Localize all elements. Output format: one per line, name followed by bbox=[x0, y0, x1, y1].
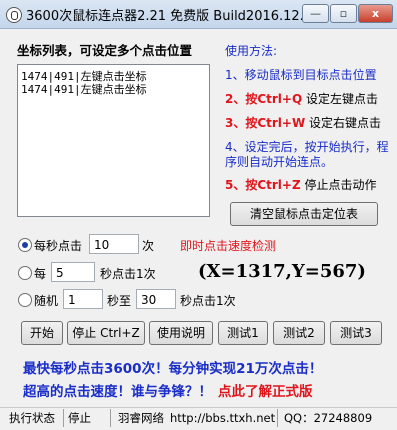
random-unit: 秒点击1次 bbox=[180, 294, 236, 308]
help-step-1: 1、移动鼠标到目标点击位置 bbox=[225, 68, 377, 82]
mouse-coordinates: (X=1317,Y=567) bbox=[198, 261, 366, 282]
coordinate-list-label: 坐标列表，可设定多个点击位置 bbox=[17, 43, 193, 58]
help-step-4-line2: 序则自动开始连点。 bbox=[225, 155, 334, 169]
every-unit: 秒点击1次 bbox=[100, 267, 156, 281]
help-step-2-text: 设定左键点击 bbox=[306, 92, 379, 106]
coordinate-list[interactable]: 1474|491|左键点击坐标 1474|491|左键点击坐标 bbox=[17, 64, 210, 217]
help-step-5: 5、按Ctrl+Z 停止点击动作 bbox=[225, 176, 377, 193]
help-title: 使用方法: bbox=[225, 44, 278, 58]
status-separator bbox=[63, 409, 64, 427]
list-item-action: 左键点击坐标 bbox=[80, 83, 147, 96]
random-label: 随机 bbox=[34, 294, 59, 308]
promo-line-1: 最快每秒点击3600次！每分钟实现21万次点击！ bbox=[23, 361, 323, 377]
app-mouse-icon bbox=[6, 7, 22, 23]
per-second-input[interactable]: 10 bbox=[89, 234, 139, 254]
help-button[interactable]: 使用说明 bbox=[149, 321, 213, 345]
speed-check-link[interactable]: 即时点击速度检测 bbox=[180, 237, 276, 254]
every-seconds-input[interactable]: 5 bbox=[51, 262, 95, 282]
stop-button[interactable]: 停止 Ctrl+Z bbox=[67, 321, 145, 345]
status-url-link[interactable]: http://bbs.ttxh.net bbox=[170, 410, 275, 426]
test1-button[interactable]: 测试1 bbox=[218, 321, 268, 345]
every-label: 每 bbox=[34, 267, 47, 281]
status-separator bbox=[110, 409, 111, 427]
help-step-2: 2、按Ctrl+Q 设定左键点击 bbox=[225, 90, 378, 107]
status-state: 停止 bbox=[68, 411, 91, 425]
status-company: 羽睿网络 bbox=[118, 411, 164, 425]
help-step-3-key: 3、按Ctrl+W bbox=[225, 116, 306, 130]
list-item-y: 491 bbox=[54, 83, 74, 96]
help-step-2-key: 2、按Ctrl+Q bbox=[225, 92, 303, 106]
pro-version-link[interactable]: 点此了解正式版 bbox=[218, 384, 313, 400]
random-max-input[interactable]: 30 bbox=[136, 289, 176, 309]
per-second-label: 每秒点击 bbox=[34, 239, 83, 253]
maximize-button[interactable]: ▫ bbox=[330, 4, 357, 23]
radio-every-n-seconds[interactable] bbox=[18, 266, 32, 280]
status-label: 执行状态 bbox=[9, 411, 55, 425]
help-step-5-key: 5、按Ctrl+Z bbox=[225, 178, 301, 192]
help-step-5-text: 停止点击动作 bbox=[304, 178, 377, 192]
test3-button[interactable]: 测试3 bbox=[330, 321, 382, 345]
window-title: 3600次鼠标连点器2.21 免费版 Build2016.12.06 bbox=[26, 9, 321, 24]
list-item[interactable]: 1474|491|左键点击坐标 bbox=[21, 81, 147, 97]
status-separator bbox=[277, 409, 278, 427]
help-step-3-text: 设定右键点击 bbox=[309, 116, 382, 130]
random-min-input[interactable]: 1 bbox=[63, 289, 103, 309]
radio-per-second[interactable] bbox=[18, 238, 32, 252]
start-button[interactable]: 开始 bbox=[21, 321, 63, 345]
per-second-unit: 次 bbox=[142, 239, 155, 253]
random-mid-label: 秒至 bbox=[107, 294, 132, 308]
help-step-3: 3、按Ctrl+W 设定右键点击 bbox=[225, 114, 381, 131]
clear-list-button[interactable]: 清空鼠标点击定位表 bbox=[230, 202, 378, 226]
minimize-button[interactable]: — bbox=[302, 4, 329, 23]
promo-line-2-text: 超高的点击速度！谁与争锋？！ bbox=[23, 384, 212, 400]
test2-button[interactable]: 测试2 bbox=[273, 321, 325, 345]
promo-line-2: 超高的点击速度！谁与争锋？！ 点此了解正式版 bbox=[23, 380, 313, 400]
list-item-x: 1474 bbox=[21, 83, 48, 96]
close-button[interactable]: x bbox=[358, 4, 393, 23]
status-qq: QQ：27248809 bbox=[284, 411, 373, 425]
radio-random[interactable] bbox=[18, 293, 32, 307]
